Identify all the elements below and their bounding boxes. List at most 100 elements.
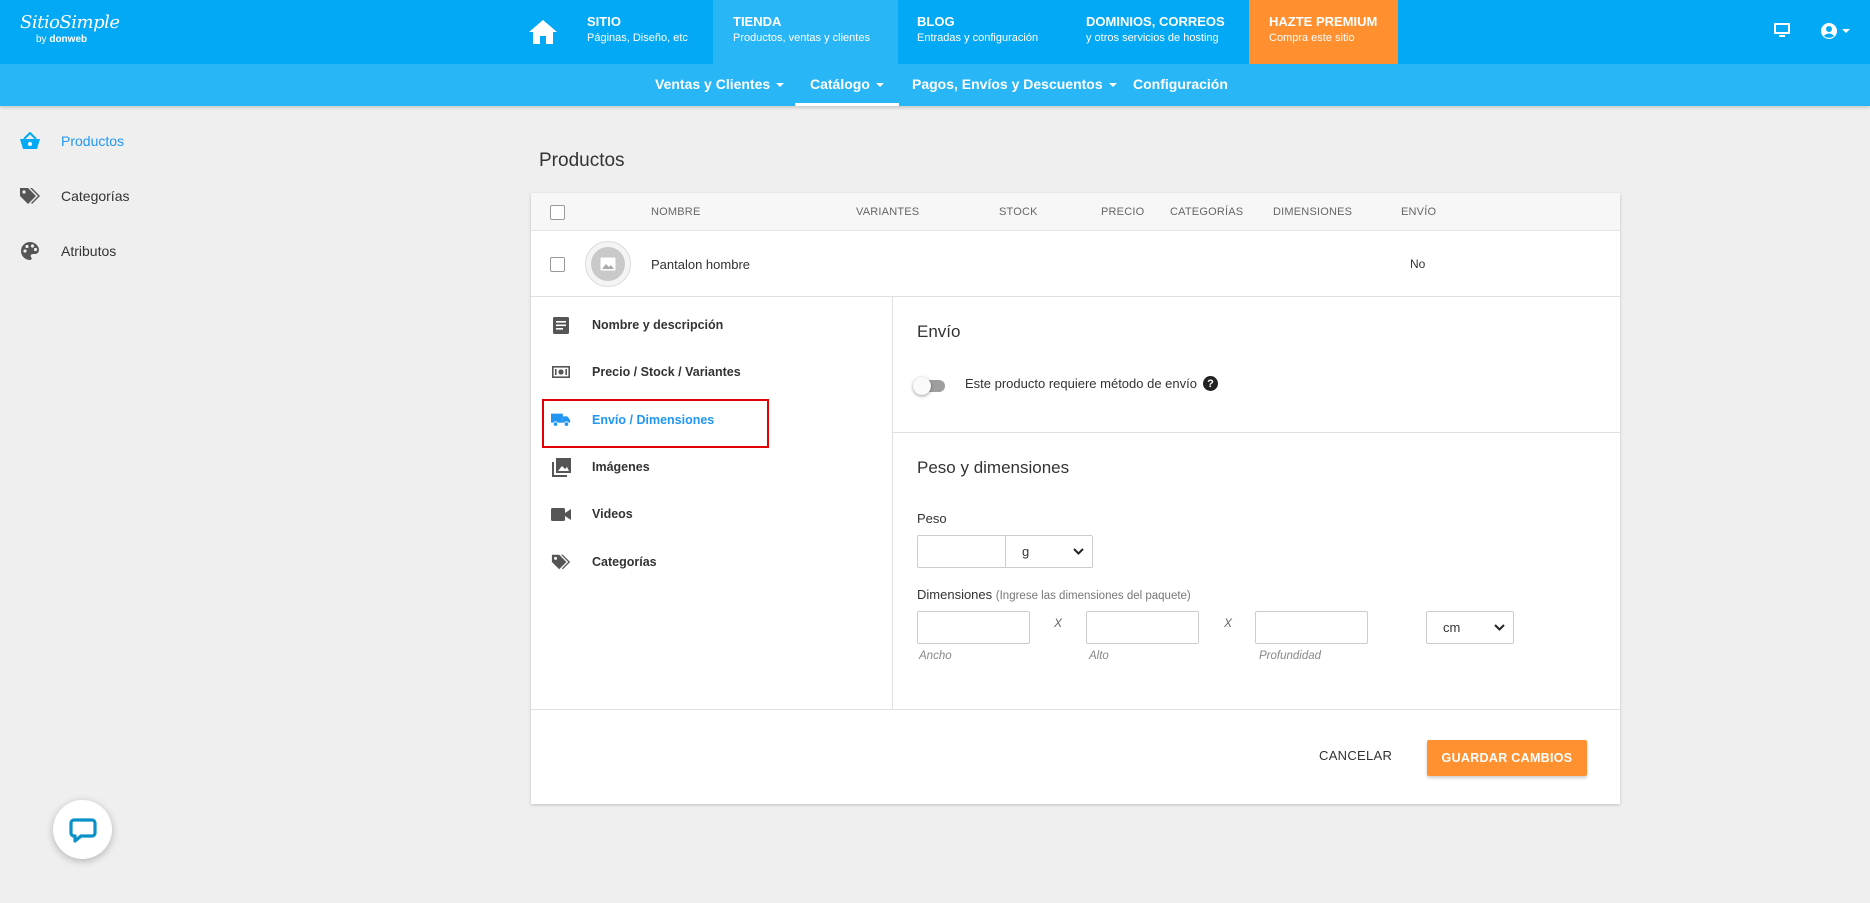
envio-panel: Envío Este producto requiere método de e… [893,297,1620,709]
product-name: Pantalon hombre [651,257,751,272]
top-navbar: SitioSimple by donweb SITIO Páginas, Dis… [0,0,1870,64]
product-envio: No [1410,257,1426,271]
account-menu[interactable] [1820,22,1852,45]
tags-icon [551,552,571,572]
product-edit-menu: Nombre y descripción Precio / Stock / Va… [531,297,893,709]
palette-icon [18,239,42,263]
menu-label: Videos [592,507,633,521]
nav-blog[interactable]: BLOG Entradas y configuración [897,0,1058,64]
brand-name: SitioSimple [20,12,120,33]
user-circle-icon [1821,23,1850,39]
menu-label: Categorías [592,555,657,569]
nav-sitio-title: SITIO [587,14,621,29]
peso-label: Peso [917,511,947,526]
nav-premium-title: HAZTE PREMIUM [1269,14,1378,29]
ancho-input[interactable] [917,611,1030,644]
chevron-down-icon [1073,548,1084,555]
menu-nombre-descripcion[interactable]: Nombre y descripción [551,315,723,335]
brand-logo[interactable]: SitioSimple by donweb [20,12,120,45]
nav-dominios[interactable]: DOMINIOS, CORREOS y otros servicios de h… [1066,0,1245,64]
save-button[interactable]: GUARDAR CAMBIOS [1427,740,1587,776]
nav-sitio-subtitle: Páginas, Diseño, etc [587,32,688,44]
subnav-ventas-label: Ventas y Clientes [655,76,771,92]
times-separator: X [1224,616,1233,630]
nav-premium-subtitle: Compra este sitio [1269,32,1355,44]
document-icon [551,315,571,335]
subnav-configuracion-label: Configuración [1133,76,1228,92]
nav-tienda-title: TIENDA [733,14,782,29]
menu-label: Nombre y descripción [592,318,724,332]
caret-down-icon [1108,83,1117,88]
nav-dominios-title: DOMINIOS, CORREOS [1086,14,1225,29]
chat-bubble-icon [68,817,97,843]
sidebar-item-atributos[interactable]: Atributos [18,239,116,263]
sub-navbar: Ventas y Clientes Catálogo Pagos, Envíos… [0,64,1870,106]
image-placeholder-icon [600,257,616,271]
video-icon [551,504,571,524]
nav-tienda-subtitle: Productos, ventas y clientes [733,32,870,44]
peso-input[interactable] [917,535,1006,568]
column-envio[interactable]: ENVÍO [1401,206,1436,218]
monitor-icon [1774,23,1790,37]
select-all-checkbox[interactable] [550,205,565,220]
form-footer: CANCELAR GUARDAR CAMBIOS [531,709,1620,804]
preview-button[interactable] [1773,22,1791,43]
row-checkbox[interactable] [550,257,565,272]
basket-icon [18,129,42,153]
column-nombre[interactable]: NOMBRE [651,206,700,218]
times-separator: X [1054,616,1063,630]
menu-videos[interactable]: Videos [551,504,633,524]
alto-input[interactable] [1086,611,1199,644]
column-dimensiones[interactable]: DIMENSIONES [1273,206,1352,218]
column-stock[interactable]: STOCK [999,206,1038,218]
envio-title: Envío [917,322,961,341]
dimensiones-label: Dimensiones (Ingrese las dimensiones del… [917,587,1191,602]
dimensiones-hint: (Ingrese las dimensiones del paquete) [995,590,1191,602]
menu-imagenes[interactable]: Imágenes [551,457,650,477]
brand-company: donweb [49,34,88,45]
column-categorias[interactable]: CATEGORÍAS [1170,206,1243,218]
tags-icon [18,184,42,208]
brand-by: by [36,34,47,45]
cancel-button[interactable]: CANCELAR [1319,748,1392,763]
subnav-pagos-label: Pagos, Envíos y Descuentos [912,76,1103,92]
nav-dominios-subtitle: y otros servicios de hosting [1086,32,1219,44]
profundidad-hint: Profundidad [1259,650,1322,662]
sidebar-item-productos[interactable]: Productos [18,129,124,153]
subnav-pagos[interactable]: Pagos, Envíos y Descuentos [897,64,1132,106]
images-icon [551,457,571,477]
menu-precio-stock[interactable]: Precio / Stock / Variantes [551,362,741,382]
table-row[interactable]: Pantalon hombre No [531,231,1620,297]
chat-button[interactable] [53,800,112,859]
menu-categorias[interactable]: Categorías [551,552,657,572]
subnav-configuracion[interactable]: Configuración [1118,64,1243,106]
nav-tienda[interactable]: TIENDA Productos, ventas y clientes [713,0,898,64]
alto-hint: Alto [1089,650,1109,662]
highlight-box [542,399,769,448]
dim-unit-select[interactable]: cm [1426,611,1514,644]
shipping-toggle[interactable] [913,377,947,395]
subnav-catalogo[interactable]: Catálogo [795,64,899,106]
nav-blog-subtitle: Entradas y configuración [917,32,1039,44]
column-precio[interactable]: PRECIO [1101,206,1144,218]
products-card: NOMBRE VARIANTES STOCK PRECIO CATEGORÍAS… [531,193,1620,804]
caret-down-icon [875,83,884,88]
nav-sitio[interactable]: SITIO Páginas, Diseño, etc [567,0,708,64]
nav-blog-title: BLOG [917,14,955,29]
sidebar-item-label: Productos [61,133,125,149]
product-thumbnail [585,241,631,287]
home-icon [528,20,557,44]
table-header: NOMBRE VARIANTES STOCK PRECIO CATEGORÍAS… [531,193,1620,231]
money-icon [551,362,571,382]
sidebar-item-categorias[interactable]: Categorías [18,184,129,208]
menu-label: Imágenes [592,460,650,474]
column-variantes[interactable]: VARIANTES [856,206,919,218]
help-icon[interactable]: ? [1202,376,1218,391]
nav-premium[interactable]: HAZTE PREMIUM Compra este sitio [1249,0,1398,64]
subnav-ventas[interactable]: Ventas y Clientes [640,64,799,106]
sidebar-item-label: Atributos [61,243,117,259]
caret-down-icon [776,83,785,88]
subnav-catalogo-label: Catálogo [810,76,870,92]
profundidad-input[interactable] [1255,611,1368,644]
peso-unit-select[interactable]: g [1005,535,1093,568]
